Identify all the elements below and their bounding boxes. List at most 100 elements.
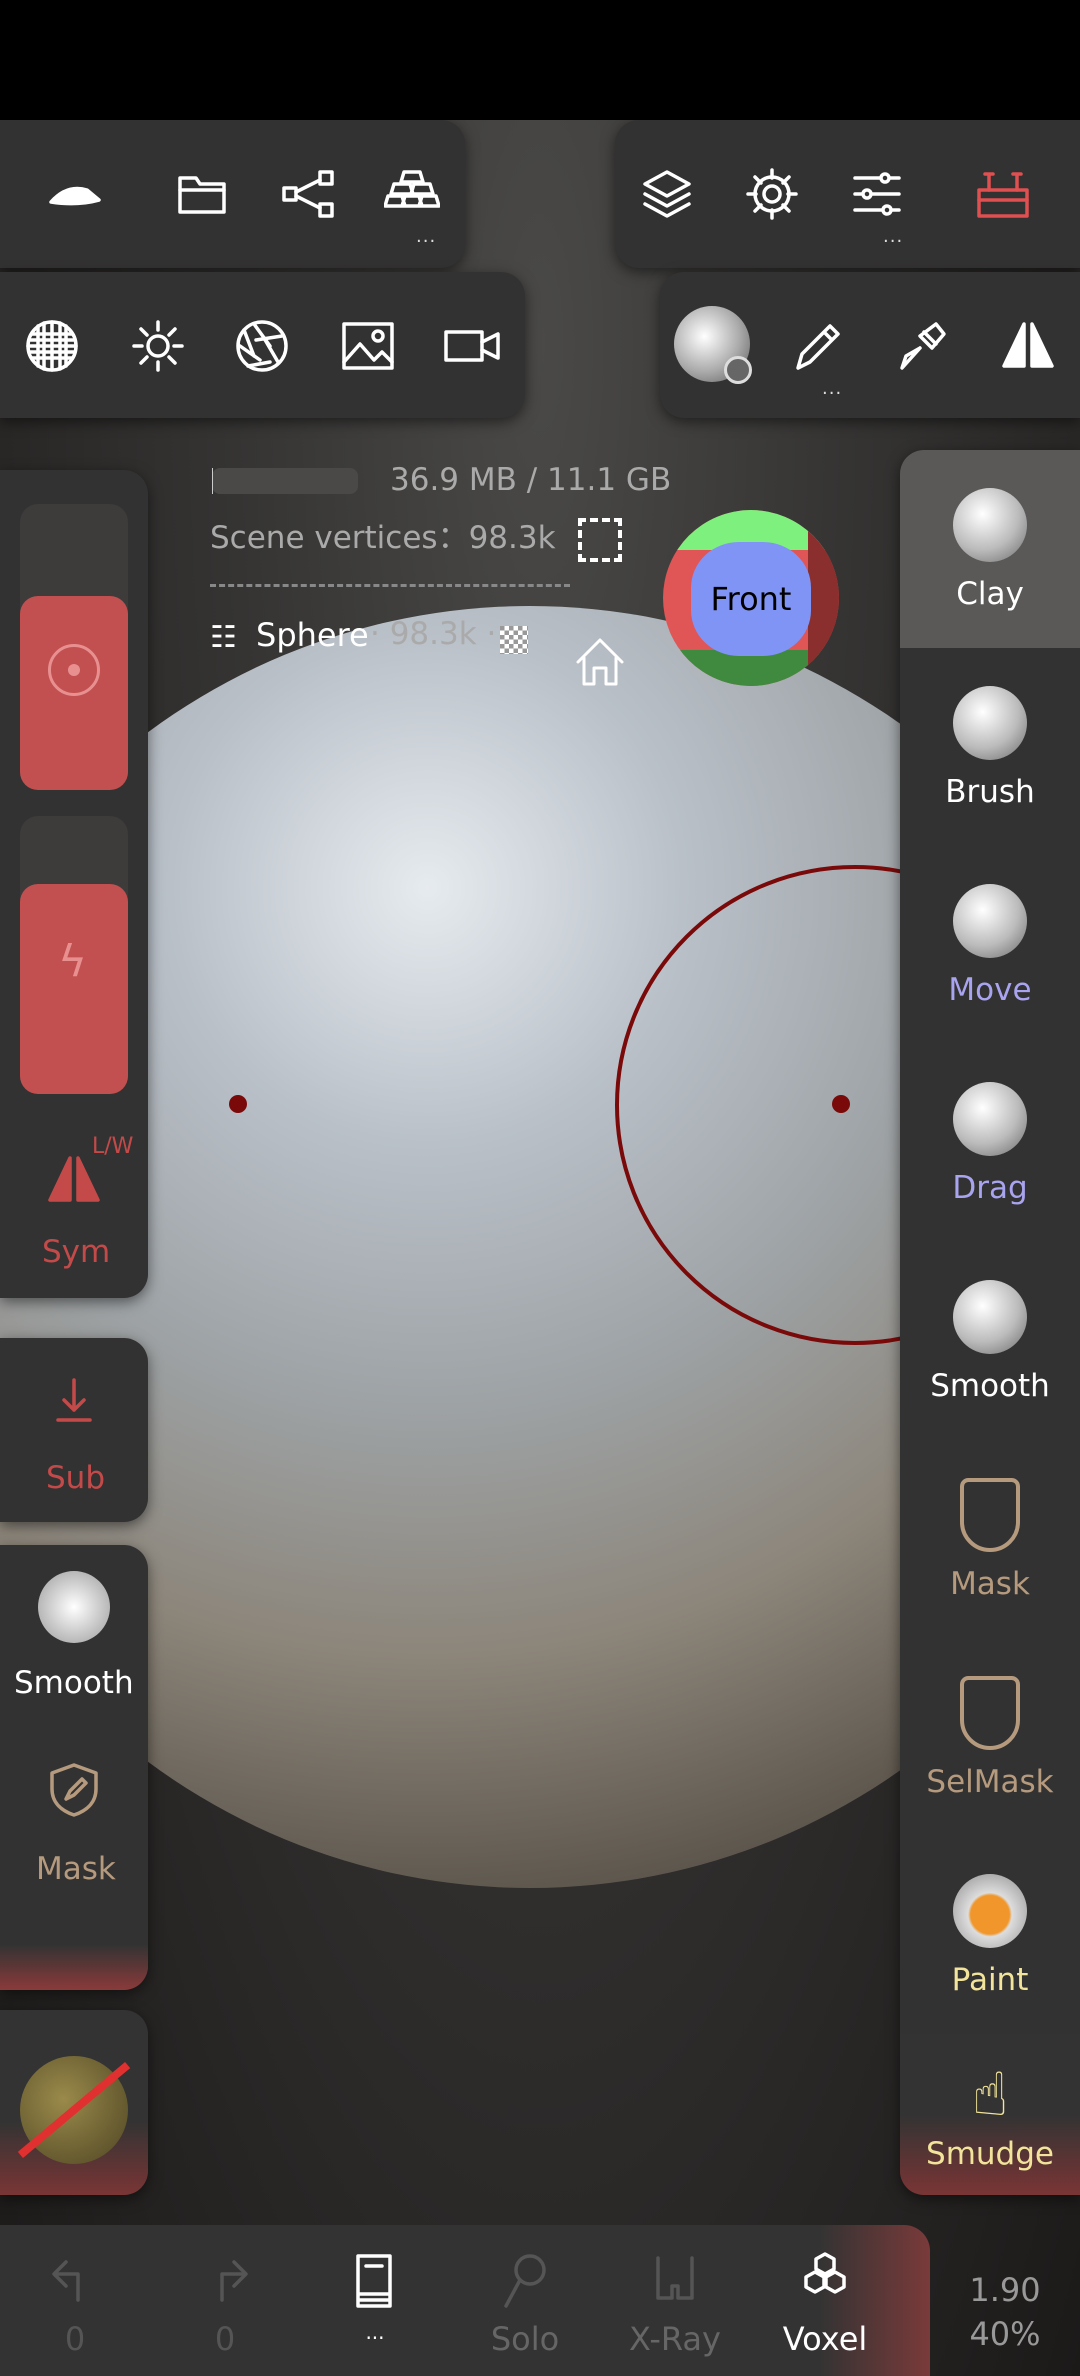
move-icon xyxy=(953,884,1027,958)
sym-label[interactable]: Sym xyxy=(42,1234,110,1270)
divider xyxy=(210,584,570,587)
home-icon[interactable] xyxy=(570,632,630,692)
color-panel[interactable] xyxy=(0,2010,148,2195)
tool-drag[interactable]: Drag xyxy=(900,1044,1080,1242)
readout-value: 1.90 xyxy=(969,2271,1041,2309)
more-tools-handle[interactable] xyxy=(0,1945,148,1990)
magnifier-icon xyxy=(504,2254,546,2308)
sliders-icon[interactable] xyxy=(847,164,907,224)
gear-icon[interactable] xyxy=(742,164,802,224)
memory-bar xyxy=(212,468,358,494)
arrow-down-icon xyxy=(44,1372,104,1432)
redo-count: 0 xyxy=(214,2320,236,2358)
voxel-label: Voxel xyxy=(782,2320,868,2358)
intensity-icon: ϟ xyxy=(58,936,88,987)
mask-icon xyxy=(960,1478,1020,1552)
tool-mask[interactable]: Mask xyxy=(900,1440,1080,1638)
xray-button[interactable]: X-Ray xyxy=(615,2250,735,2358)
tool-label: Smooth xyxy=(930,1368,1050,1404)
tool-label: Drag xyxy=(952,1170,1028,1206)
memory-usage: 36.9 MB / 11.1 GB xyxy=(390,462,672,498)
tool-label: Mask xyxy=(950,1566,1030,1602)
gear-badge-icon xyxy=(724,356,752,384)
redo-button[interactable]: 0 xyxy=(165,2250,285,2358)
cubes-icon xyxy=(804,2252,846,2294)
toolbox-icon[interactable] xyxy=(973,164,1033,224)
mesh-name[interactable]: Sphere xyxy=(256,616,369,654)
tool-label: Clay xyxy=(956,576,1024,612)
aperture-icon[interactable] xyxy=(232,316,292,376)
left-tool-panel: ϟ L/W Sym xyxy=(0,470,148,1298)
material-toolbar: ... xyxy=(660,272,1080,418)
symmetry-icon[interactable] xyxy=(44,1150,104,1210)
sub-panel[interactable]: Sub xyxy=(0,1338,148,1522)
fullscreen-icon[interactable] xyxy=(578,518,622,562)
book-icon xyxy=(356,2254,392,2308)
clay-icon xyxy=(953,488,1027,562)
tool-label: Paint xyxy=(951,1962,1029,1998)
gold-bars-icon: ☷ xyxy=(210,620,237,655)
smudge-icon: ☝ xyxy=(971,2060,1009,2130)
layers-icon[interactable] xyxy=(637,164,697,224)
undo-button[interactable]: 0 xyxy=(15,2250,135,2358)
top-left-toolbar: ... xyxy=(0,120,465,268)
sub-label: Sub xyxy=(46,1460,106,1496)
pen-icon[interactable] xyxy=(788,316,848,376)
glasses-icon xyxy=(656,2256,694,2300)
folder-icon[interactable] xyxy=(172,164,232,224)
voxel-button[interactable]: Voxel xyxy=(765,2250,885,2358)
drag-icon xyxy=(953,1082,1027,1156)
tool-clay[interactable]: Clay xyxy=(900,450,1080,648)
tool-move[interactable]: Move xyxy=(900,846,1080,1044)
view-toolbar xyxy=(0,272,525,418)
radius-slider[interactable] xyxy=(20,504,128,790)
redo-icon xyxy=(220,2260,248,2302)
solo-button[interactable]: Solo xyxy=(465,2250,585,2358)
tool-label: Smudge xyxy=(926,2136,1054,2172)
more-indicator: ... xyxy=(883,226,904,247)
mesh-vertices: · 98.3k · xyxy=(370,616,497,652)
symmetry-dot-right xyxy=(832,1095,850,1113)
sun-icon[interactable] xyxy=(128,316,188,376)
symmetry-icon[interactable] xyxy=(998,316,1058,376)
right-tool-panel: Clay Brush Move Drag Smooth Mask SelMask… xyxy=(900,450,1080,2195)
selmask-icon xyxy=(960,1676,1020,1750)
brush-icon[interactable] xyxy=(892,316,952,376)
image-icon[interactable] xyxy=(338,316,398,376)
gizmo-front-face[interactable]: Front xyxy=(691,542,811,656)
tool-smudge[interactable]: ☝ Smudge xyxy=(900,2034,1080,2195)
smooth-label[interactable]: Smooth xyxy=(14,1665,134,1701)
mask-tool-icon[interactable] xyxy=(44,1759,104,1819)
tool-label: Brush xyxy=(945,774,1035,810)
readout-percent: 40% xyxy=(969,2315,1041,2353)
tool-smooth[interactable]: Smooth xyxy=(900,1242,1080,1440)
smooth-tool-icon[interactable] xyxy=(38,1571,110,1643)
gold-bars-icon[interactable] xyxy=(382,160,442,220)
quick-tools-panel: Smooth Mask xyxy=(0,1545,148,1990)
mask-label[interactable]: Mask xyxy=(36,1851,116,1887)
view-gizmo[interactable]: Front xyxy=(663,510,839,686)
solo-label: Solo xyxy=(490,2320,560,2358)
hat-icon[interactable] xyxy=(45,164,105,224)
more-indicator: ... xyxy=(822,378,843,399)
more-indicator: ... xyxy=(416,226,437,247)
undo-count: 0 xyxy=(64,2320,86,2358)
tool-brush[interactable]: Brush xyxy=(900,648,1080,846)
tool-label: Move xyxy=(948,972,1032,1008)
paint-icon xyxy=(953,1874,1027,1948)
menu-button[interactable]: ... xyxy=(315,2250,435,2344)
undo-icon xyxy=(52,2260,80,2302)
intensity-slider[interactable]: ϟ xyxy=(20,816,128,1094)
video-camera-icon[interactable] xyxy=(442,316,502,376)
menu-more: ... xyxy=(365,2320,385,2344)
share-icon[interactable] xyxy=(278,164,338,224)
zoom-readout: 1.90 40% xyxy=(930,2268,1080,2356)
grid-sphere-icon[interactable] xyxy=(22,316,82,376)
scene-vertices: Scene vertices：98.3k xyxy=(210,520,556,556)
brush-tool-icon xyxy=(953,686,1027,760)
symmetry-dot-left xyxy=(229,1095,247,1113)
checker-icon[interactable] xyxy=(500,626,528,654)
tool-selmask[interactable]: SelMask xyxy=(900,1638,1080,1836)
top-right-toolbar: ... xyxy=(615,120,1080,268)
tool-paint[interactable]: Paint xyxy=(900,1836,1080,2034)
